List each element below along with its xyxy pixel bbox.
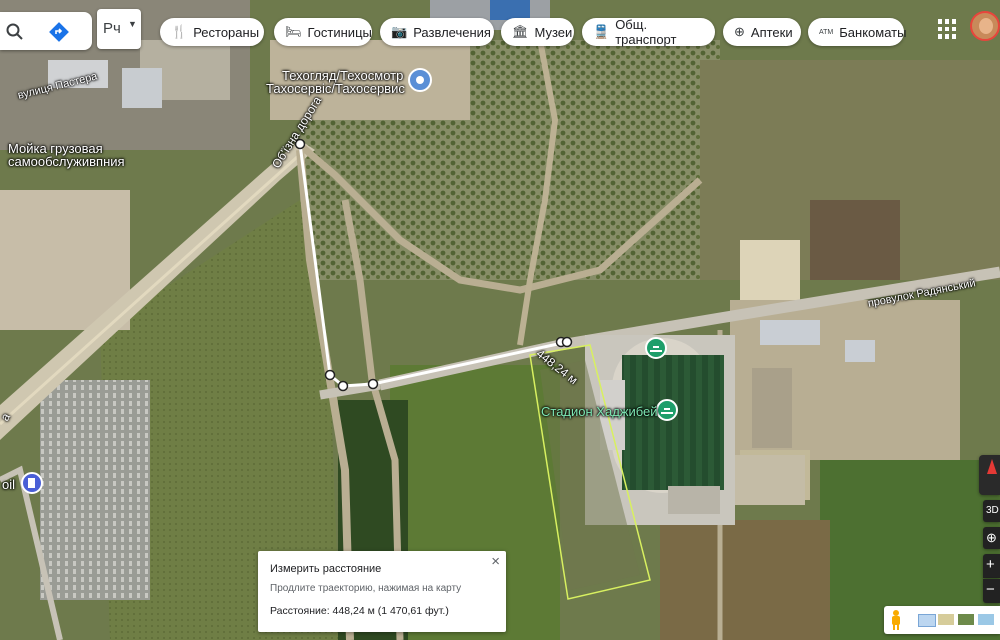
chip-museums[interactable]: 🏛 Музеи (501, 18, 574, 46)
close-icon[interactable]: × (491, 553, 500, 570)
compass-button[interactable] (979, 455, 1000, 495)
camera-icon: 📷 (391, 24, 408, 39)
layers-button[interactable]: Рч ▼ (97, 9, 141, 49)
pharmacy-icon: ⊕ (734, 24, 745, 39)
directions-icon[interactable] (48, 21, 70, 43)
compass-icon (987, 459, 997, 474)
poi-label-oil: oil (2, 477, 16, 492)
measure-card-distance: Расстояние: 448,24 м (1 470,61 фут.) (270, 605, 449, 617)
stadium-pin-icon[interactable] (645, 337, 667, 359)
satellite-map[interactable] (0, 0, 1000, 640)
transit-icon: 🚆 (593, 24, 610, 39)
measure-card-title: Измерить расстояние (270, 563, 382, 575)
satellite-layer-thumb[interactable] (958, 614, 974, 625)
3d-label: 3D (986, 505, 999, 516)
chip-label: Музеи (534, 24, 573, 40)
poi-label-techinspection-2: Тахосервіс/Тахосервис (266, 81, 405, 96)
pegman-icon[interactable] (890, 610, 902, 630)
chip-hotels[interactable]: 🛏 Гостиницы (274, 18, 372, 46)
restaurant-icon: 🍴 (171, 24, 188, 39)
fuel-pin-icon[interactable] (21, 472, 43, 494)
3d-toggle-button[interactable]: 3D (983, 500, 1000, 522)
route-vertex[interactable] (337, 380, 349, 392)
poi-label-carwash-2: самообслуживпния (8, 154, 125, 169)
search-box[interactable] (0, 12, 92, 50)
chip-pharmacies[interactable]: ⊕ Аптеки (723, 18, 801, 46)
techinspection-pin-icon[interactable] (408, 68, 432, 92)
my-location-button[interactable]: ⊕ (983, 527, 1000, 549)
map-layer-thumb[interactable] (918, 614, 936, 627)
chip-label: Аптеки (750, 24, 793, 40)
route-vertex[interactable] (324, 369, 336, 381)
zoom-out-button[interactable]: − (983, 579, 1000, 603)
crosshair-icon: ⊕ (986, 530, 997, 545)
apps-grid-icon[interactable] (938, 19, 958, 39)
zoom-out-icon: − (986, 581, 995, 598)
chip-label: Гостиницы (307, 24, 372, 40)
terrain-layer-thumb[interactable] (938, 614, 954, 625)
search-icon[interactable] (6, 23, 24, 41)
chip-atms[interactable]: ATM Банкоматы (808, 18, 907, 46)
stadium-label-pin-icon[interactable] (656, 399, 678, 421)
layers-button-label: Рч (103, 20, 121, 37)
chevron-down-icon: ▼ (128, 19, 137, 29)
chip-restaurants[interactable]: 🍴 Рестораны (160, 18, 264, 46)
zoom-in-button[interactable]: + (983, 554, 1000, 578)
route-vertex[interactable] (367, 378, 379, 390)
chip-label: Общ. транспорт (615, 17, 677, 47)
chip-label: Рестораны (193, 24, 260, 40)
poi-label-stadium: Стадион Хаджибей (541, 404, 658, 419)
zoom-in-icon: + (986, 556, 995, 573)
atm-icon: ATM (819, 28, 834, 36)
chip-label: Банкоматы (839, 24, 907, 40)
measure-card-hint: Продлите траекторию, нажимая на карту (270, 583, 462, 594)
measure-distance-card: Измерить расстояние × Продлите траектори… (258, 551, 506, 632)
chip-entertainment[interactable]: 📷 Развлечения (380, 18, 494, 46)
hotel-icon: 🛏 (285, 24, 302, 39)
traffic-layer-thumb[interactable] (978, 614, 994, 625)
museum-icon: 🏛 (512, 24, 529, 39)
avatar[interactable] (970, 11, 1000, 41)
bottom-right-toolbar (884, 606, 1000, 634)
chip-label: Развлечения (413, 24, 491, 40)
route-endpoint[interactable] (561, 336, 573, 348)
chip-transit[interactable]: 🚆 Общ. транспорт (582, 17, 715, 47)
